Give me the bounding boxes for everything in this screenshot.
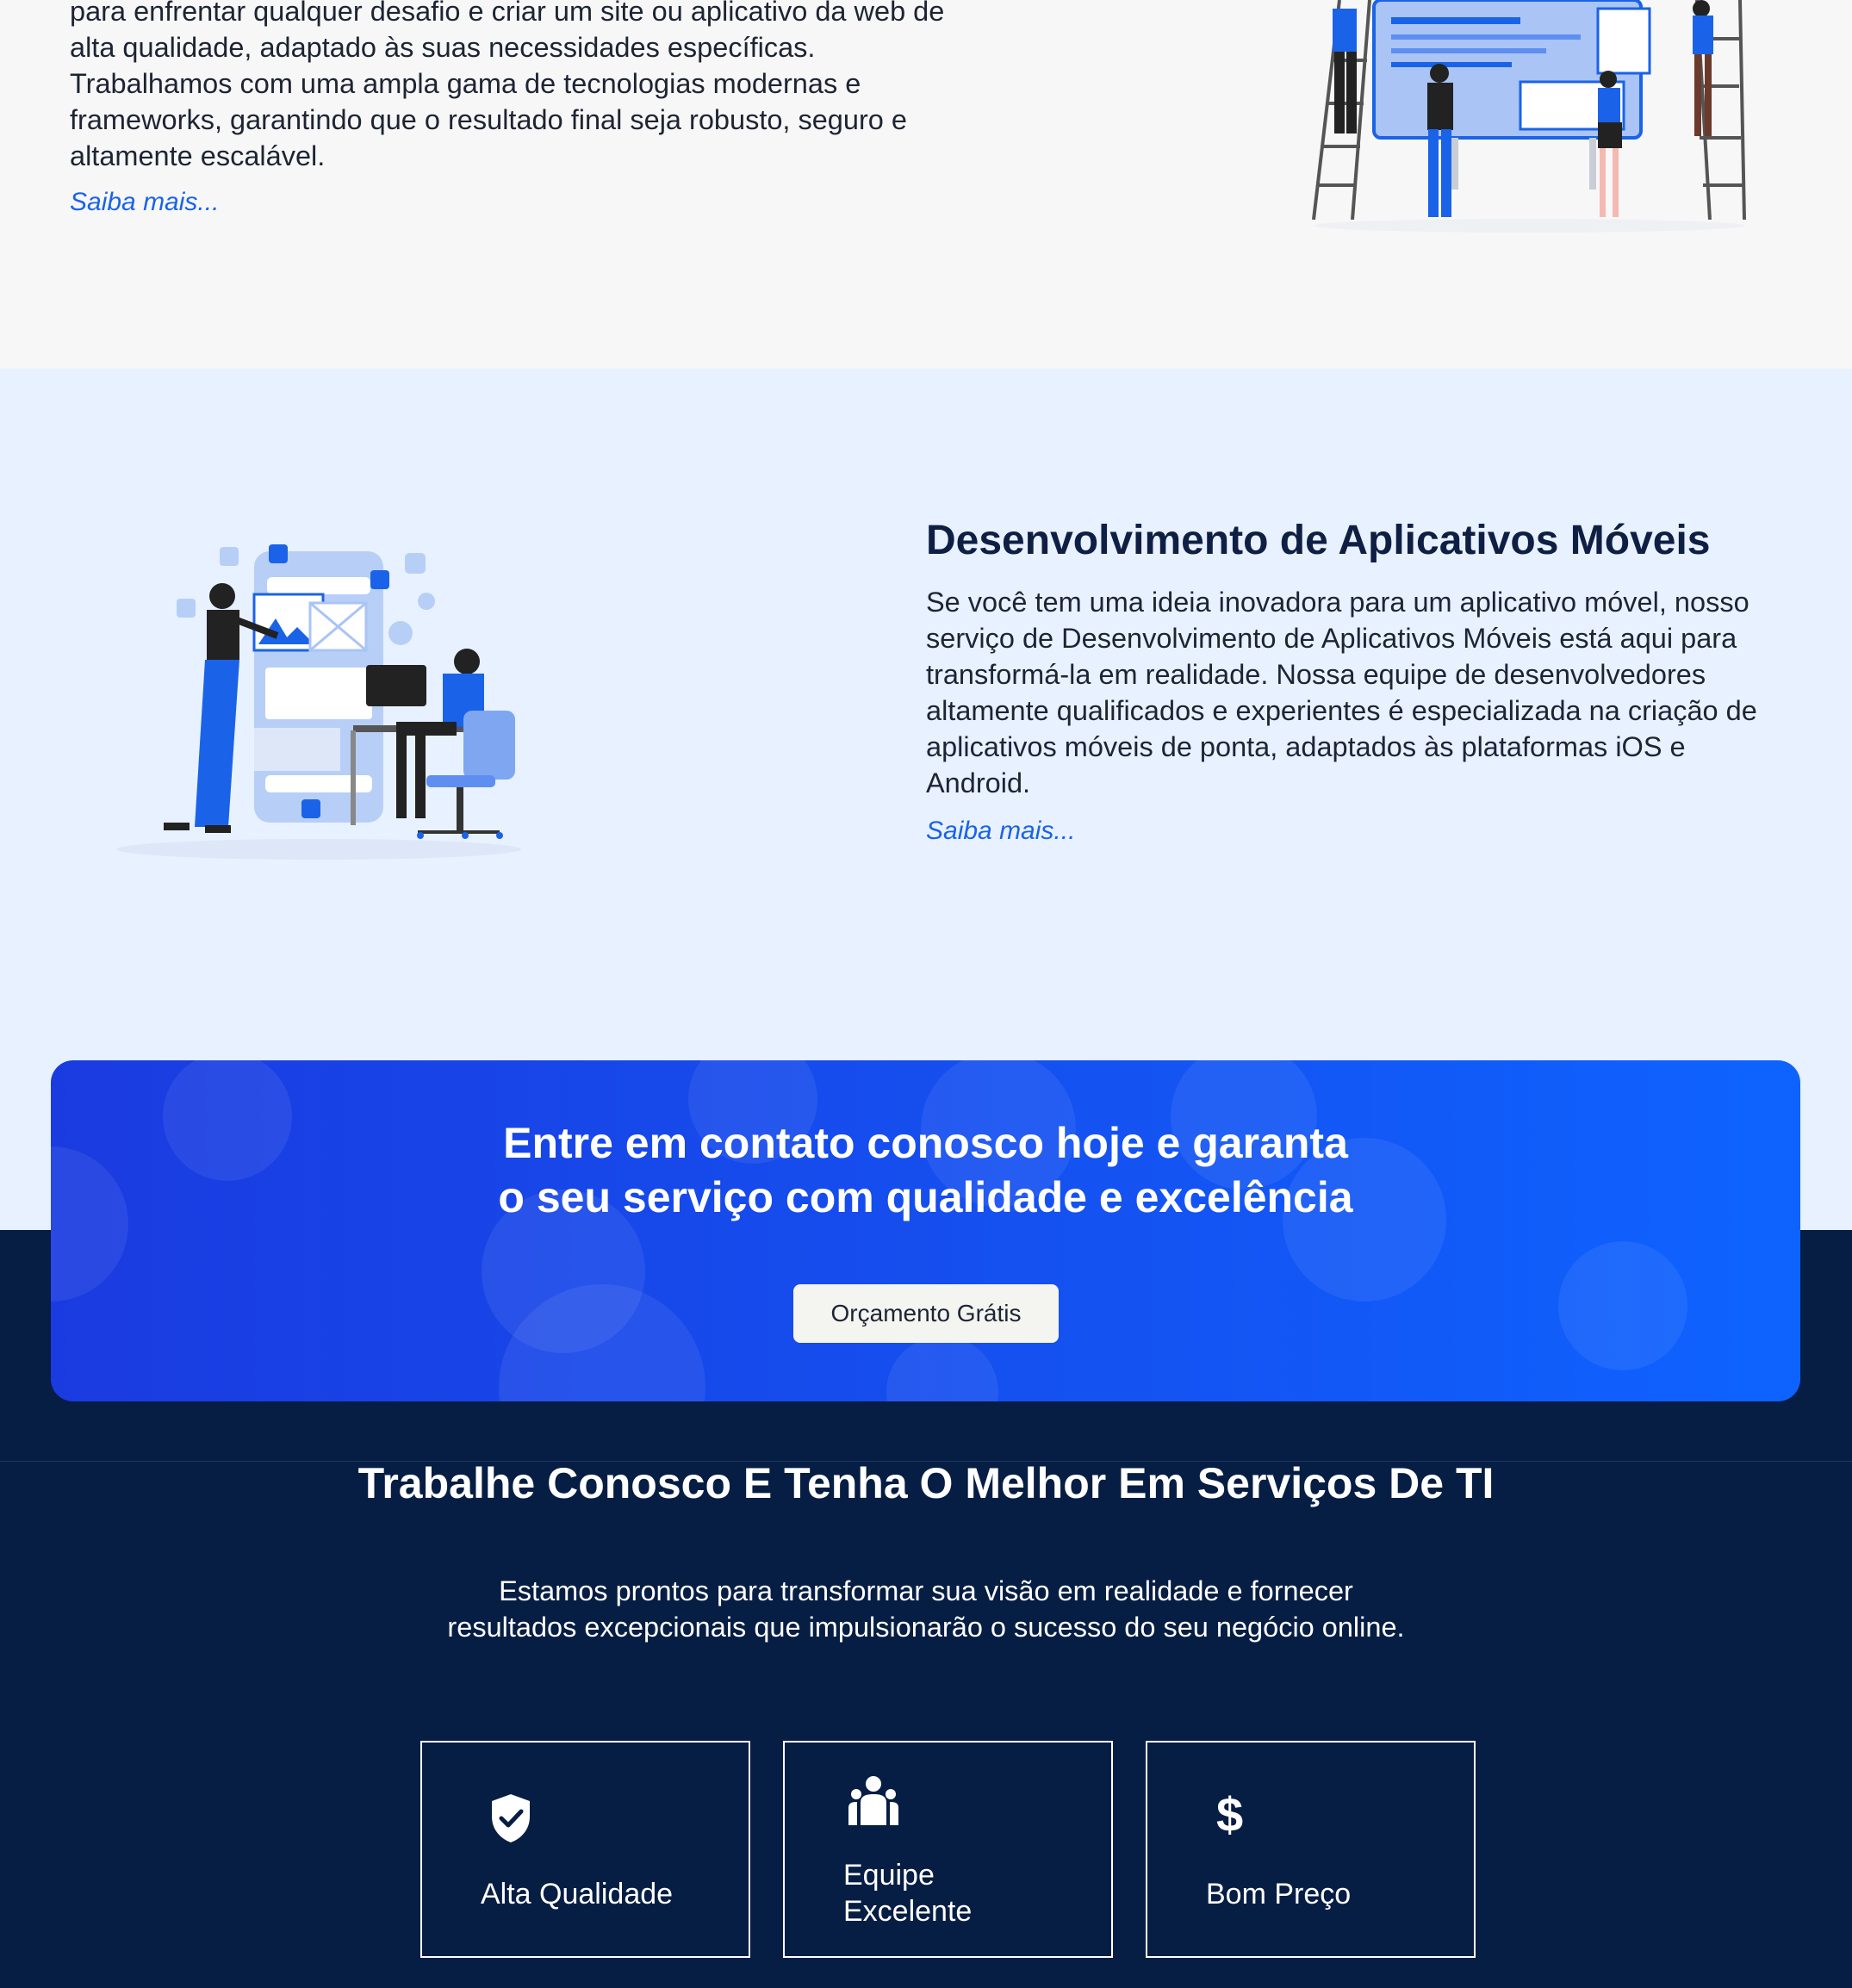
web-team-illustration <box>1312 0 1746 233</box>
work-with-us-title: Trabalhe Conosco E Tenha O Melhor Em Ser… <box>357 1459 1495 1507</box>
contact-cta-banner: Entre em contato conosco hoje e garanta … <box>51 1060 1800 1401</box>
feature-label-line-1: Equipe <box>843 1859 935 1892</box>
free-quote-button[interactable]: Orçamento Grátis <box>793 1284 1059 1343</box>
mobile-dev-description: Se você tem uma ideia inovadora para um … <box>926 587 1757 798</box>
feature-label: Bom Preço <box>1206 1878 1352 1910</box>
feature-label: Equipe Excelente <box>843 1857 972 1929</box>
work-with-us-description: Estamos prontos para transformar sua vis… <box>447 1575 1405 1643</box>
web-dev-description: para enfrentar qualquer desafio e criar … <box>70 0 945 171</box>
feature-label-line-2: Excelente <box>843 1895 973 1928</box>
feature-card-team: Equipe Excelente <box>783 1741 1113 1958</box>
feature-card-price: $ Bom Preço <box>1146 1741 1476 1958</box>
shield-check-icon <box>492 1794 530 1842</box>
feature-card-quality: Alta Qualidade <box>420 1741 750 1958</box>
contact-cta-title: Entre em contato conosco hoje e garanta … <box>51 1116 1800 1225</box>
decorative-circle <box>886 1336 998 1401</box>
mobile-dev-title: Desenvolvimento de Aplicativos Móveis <box>926 518 1711 563</box>
cta-title-line-2: o seu serviço com qualidade e excelência <box>498 1173 1353 1221</box>
team-icon <box>848 1776 898 1825</box>
web-dev-learn-more-link[interactable]: Saiba mais... <box>70 188 219 217</box>
feature-label: Alta Qualidade <box>481 1878 674 1910</box>
decorative-circle <box>1558 1241 1687 1370</box>
mobile-dev-learn-more-link[interactable]: Saiba mais... <box>926 817 1075 846</box>
mobile-dev-illustration <box>116 544 521 860</box>
cta-title-line-1: Entre em contato conosco hoje e garanta <box>503 1119 1348 1167</box>
dollar-icon: $ <box>1216 1787 1244 1842</box>
